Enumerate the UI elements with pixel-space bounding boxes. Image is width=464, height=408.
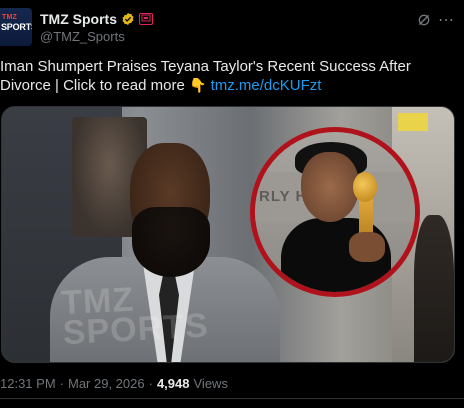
inset-photo: RLY HU [250,127,420,297]
inset-face [301,152,359,222]
tweet-meta: 12:31 PM · Mar 29, 2026 · 4,948 Views [0,374,228,392]
pointing-down-emoji: 👇 [188,77,207,93]
watermark: TMZ SPORTS [60,280,210,353]
divider [0,398,464,399]
tweet-link[interactable]: tmz.me/dcKUFzt [211,77,322,94]
tweet-header: TMZ SPORTS TMZ Sports @TMZ_Sports ⋯ [0,0,464,54]
handle[interactable]: @TMZ_Sports [40,29,125,44]
grok-icon[interactable] [416,12,432,28]
meta-separator: · [148,375,153,391]
views-count[interactable]: 4,948 [157,376,190,391]
inset-hand [349,232,385,262]
verified-badge-icon [122,12,134,26]
avatar-text-main: SPORTS [1,22,32,32]
avatar-text-top: TMZ [2,14,17,21]
golden-globe-trophy [353,172,377,202]
display-name[interactable]: TMZ Sports [40,11,117,27]
name-row: TMZ Sports [40,10,153,28]
tweet-text: Iman Shumpert Praises Teyana Taylor's Re… [0,57,462,95]
meta-separator: · [59,375,64,391]
views-label: Views [193,375,228,391]
tweet-time[interactable]: 12:31 PM [0,376,56,391]
yellow-sign [398,113,428,131]
background-person [414,215,454,362]
avatar[interactable]: TMZ SPORTS [0,8,32,46]
tweet-date[interactable]: Mar 29, 2026 [68,376,145,391]
affiliate-badge-icon[interactable] [139,13,153,25]
more-icon[interactable]: ⋯ [438,10,455,30]
man-beard [132,207,210,277]
tweet-media-image[interactable]: TMZ SPORTS RLY HU [1,106,455,363]
